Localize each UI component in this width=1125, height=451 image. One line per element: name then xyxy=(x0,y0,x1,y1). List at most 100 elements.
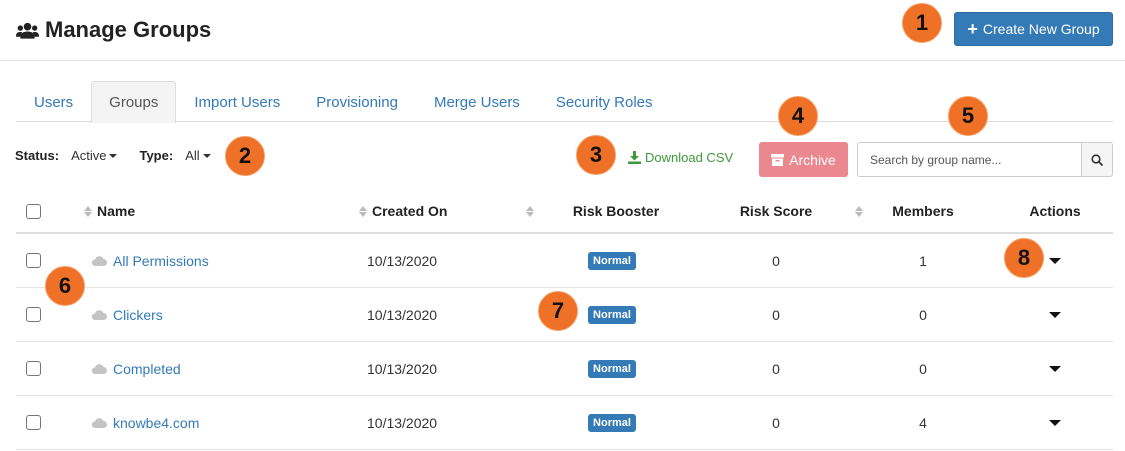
filter-bar: Status: Active Type: All xyxy=(15,148,211,163)
members-cell: 0 xyxy=(919,306,927,323)
search-button[interactable] xyxy=(1081,143,1112,176)
callout-badge: 5 xyxy=(948,96,988,136)
caret-down-icon xyxy=(109,153,118,158)
page-title-text: Manage Groups xyxy=(45,17,212,42)
column-header-risk-score: Risk Score xyxy=(739,203,813,219)
search-icon xyxy=(1091,153,1103,166)
actions-cell xyxy=(1015,342,1095,395)
callout-badge: 3 xyxy=(576,135,616,175)
page-title: Manage Groups xyxy=(16,17,211,43)
column-header-risk-booster: Risk Booster xyxy=(572,203,660,219)
actions-dropdown-icon[interactable] xyxy=(1049,365,1061,372)
callout-badge: 7 xyxy=(538,291,578,331)
row-select-cell xyxy=(26,288,41,341)
group-name-cell: Completed xyxy=(91,342,181,395)
risk-score-cell: 0 xyxy=(772,252,780,269)
callout-badge: 2 xyxy=(225,136,265,176)
group-name-link[interactable]: Clickers xyxy=(91,307,163,323)
sort-icon xyxy=(359,205,367,217)
actions-cell xyxy=(1015,396,1095,449)
actions-cell xyxy=(1015,288,1095,341)
created-on-cell: 10/13/2020 xyxy=(367,306,438,323)
cloud-icon xyxy=(91,364,107,374)
status-filter-value: Active xyxy=(71,148,107,163)
download-csv-label: Download CSV xyxy=(645,150,734,165)
risk-booster-cell: Normal xyxy=(557,342,667,395)
callout-badge: 8 xyxy=(1004,238,1044,278)
column-header-name[interactable]: Name xyxy=(84,190,135,232)
actions-dropdown-icon[interactable] xyxy=(1049,257,1061,264)
table-row: Completed 10/13/2020 Normal 0 0 xyxy=(16,342,1113,396)
column-header-created-on[interactable]: Created On xyxy=(359,190,447,232)
risk-score-cell: 0 xyxy=(772,414,780,431)
members-cell: 1 xyxy=(919,252,927,269)
row-select-cell xyxy=(26,342,41,395)
create-new-group-label: Create New Group xyxy=(982,21,1100,37)
actions-dropdown-icon[interactable] xyxy=(1049,419,1061,426)
group-name-text: All Permissions xyxy=(113,252,209,269)
cloud-icon xyxy=(91,310,107,320)
archive-button[interactable]: Archive xyxy=(759,142,848,177)
archive-label: Archive xyxy=(789,151,836,168)
group-name-cell: knowbe4.com xyxy=(91,396,199,449)
table-header-row: Name Created On Risk Booster Risk Score … xyxy=(16,190,1113,234)
status-filter-label: Status: xyxy=(15,148,60,163)
risk-booster-cell: Normal xyxy=(557,396,667,449)
members-cell: 0 xyxy=(919,360,927,377)
risk-booster-badge: Normal xyxy=(588,251,636,270)
row-checkbox[interactable] xyxy=(26,415,41,430)
tab-security-roles[interactable]: Security Roles xyxy=(538,81,671,122)
column-header-name-label: Name xyxy=(97,203,136,219)
row-checkbox[interactable] xyxy=(26,253,41,268)
select-all-cell xyxy=(26,190,41,232)
type-filter-label: Type: xyxy=(139,148,174,163)
members-cell: 4 xyxy=(919,414,927,431)
table-row: All Permissions 10/13/2020 Normal 0 1 xyxy=(16,234,1113,288)
download-csv-link[interactable]: Download CSV xyxy=(628,150,733,165)
callout-badge: 4 xyxy=(778,96,818,136)
created-on-cell: 10/13/2020 xyxy=(367,360,438,377)
page-header: Manage Groups + Create New Group xyxy=(0,0,1125,61)
tab-import-users[interactable]: Import Users xyxy=(176,81,298,122)
risk-booster-badge: Normal xyxy=(588,305,636,324)
actions-dropdown-icon[interactable] xyxy=(1049,311,1061,318)
create-new-group-button[interactable]: + Create New Group xyxy=(954,12,1113,46)
search-box xyxy=(857,142,1113,177)
search-input[interactable] xyxy=(858,143,1081,176)
sort-risk-score[interactable] xyxy=(855,190,868,232)
callout-badge: 1 xyxy=(902,3,942,43)
table-row: knowbe4.com 10/13/2020 Normal 0 4 xyxy=(16,396,1113,450)
plus-icon: + xyxy=(967,19,978,39)
row-select-cell xyxy=(26,396,41,449)
risk-booster-badge: Normal xyxy=(588,359,636,378)
group-name-link[interactable]: All Permissions xyxy=(91,253,209,269)
download-icon xyxy=(628,151,641,164)
tab-users[interactable]: Users xyxy=(16,81,91,122)
tab-provisioning[interactable]: Provisioning xyxy=(298,81,416,122)
risk-score-cell: 0 xyxy=(772,306,780,323)
select-all-checkbox[interactable] xyxy=(26,203,41,219)
sort-icon xyxy=(855,205,863,217)
sort-risk-booster[interactable] xyxy=(526,190,539,232)
group-name-text: knowbe4.com xyxy=(113,414,200,431)
sort-icon xyxy=(84,205,92,217)
created-on-cell: 10/13/2020 xyxy=(367,414,438,431)
created-on-cell: 10/13/2020 xyxy=(367,252,438,269)
row-checkbox[interactable] xyxy=(26,361,41,376)
sort-icon xyxy=(526,205,534,217)
tab-merge-users[interactable]: Merge Users xyxy=(416,81,538,122)
row-checkbox[interactable] xyxy=(26,307,41,322)
row-select-cell xyxy=(26,234,41,287)
risk-score-cell: 0 xyxy=(772,360,780,377)
group-name-link[interactable]: Completed xyxy=(91,361,181,377)
tab-groups[interactable]: Groups xyxy=(91,81,177,123)
status-filter-dropdown[interactable]: Active xyxy=(71,148,118,163)
callout-badge: 6 xyxy=(45,266,85,306)
group-name-cell: All Permissions xyxy=(91,234,209,287)
column-header-members: Members xyxy=(892,203,954,219)
column-header-actions: Actions xyxy=(1029,203,1081,219)
group-name-cell: Clickers xyxy=(91,288,163,341)
users-icon xyxy=(16,22,39,39)
group-name-link[interactable]: knowbe4.com xyxy=(91,415,199,431)
type-filter-dropdown[interactable]: All xyxy=(185,148,211,163)
